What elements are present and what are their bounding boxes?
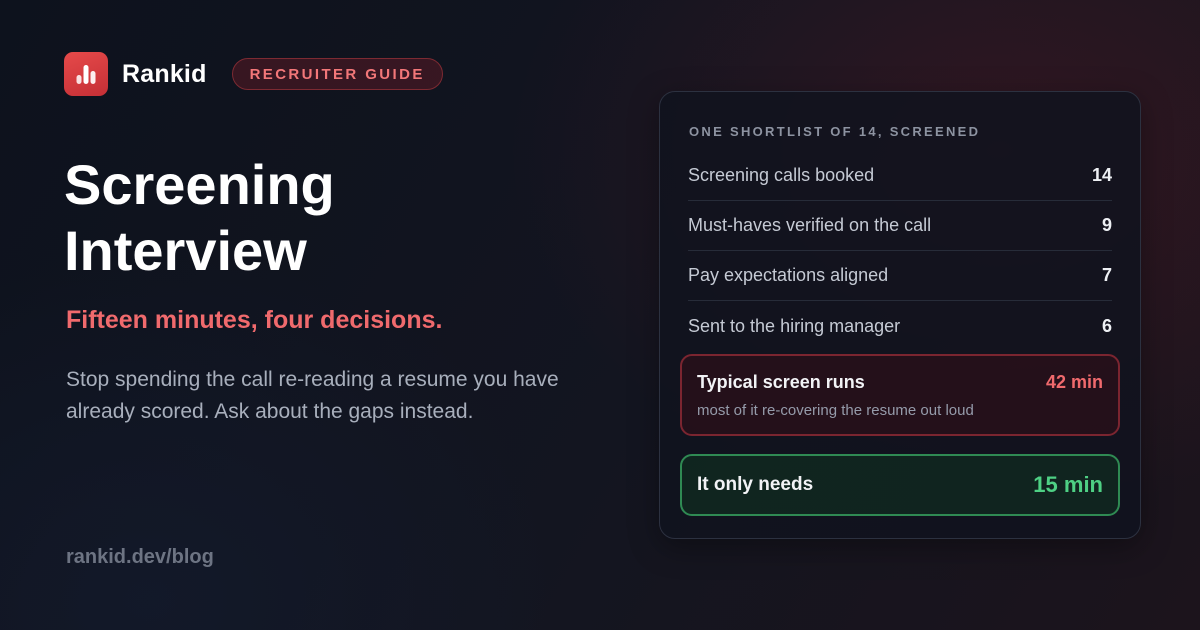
stat-value: 9	[1101, 215, 1112, 235]
stat-label: Pay expectations aligned	[688, 265, 889, 285]
typical-screen-value: 42 min	[1045, 372, 1103, 392]
only-needs-value: 15 min	[1033, 472, 1103, 497]
category-badge: RECRUITER GUIDE	[231, 58, 443, 90]
stat-row: Must-haves verified on the call 9	[688, 201, 1112, 251]
typical-screen-label: Typical screen runs	[697, 372, 865, 392]
stat-row: Screening calls booked 14	[688, 151, 1112, 201]
stat-label: Screening calls booked	[688, 165, 875, 185]
footer-url: rankid.dev/blog	[66, 546, 214, 568]
stat-row: Pay expectations aligned 7	[688, 251, 1112, 301]
stats-card: ONE SHORTLIST OF 14, SCREENED Screening …	[659, 91, 1141, 539]
page-subtitle: Fifteen minutes, four decisions.	[66, 306, 443, 334]
stat-value: 14	[1091, 165, 1112, 185]
card-title: ONE SHORTLIST OF 14, SCREENED	[689, 124, 981, 139]
stat-row: Sent to the hiring manager 6	[688, 301, 1112, 351]
stat-value: 6	[1101, 315, 1112, 336]
typical-screen-box: Typical screen runs 42 min most of it re…	[680, 354, 1120, 436]
stat-label: Must-haves verified on the call	[688, 215, 932, 235]
page-title: Screening Interview	[64, 153, 335, 282]
typical-screen-note: most of it re-covering the resume out lo…	[697, 402, 974, 419]
only-needs-box: It only needs 15 min	[680, 454, 1120, 516]
brand-header: Rankid RECRUITER GUIDE	[64, 52, 443, 96]
brand-name: Rankid	[122, 59, 207, 88]
stat-value: 7	[1101, 265, 1112, 285]
stat-label: Sent to the hiring manager	[688, 315, 901, 336]
page-description: Stop spending the call re-reading a resu…	[66, 368, 559, 423]
bar-chart-logo-icon	[64, 52, 108, 96]
only-needs-label: It only needs	[697, 474, 814, 495]
